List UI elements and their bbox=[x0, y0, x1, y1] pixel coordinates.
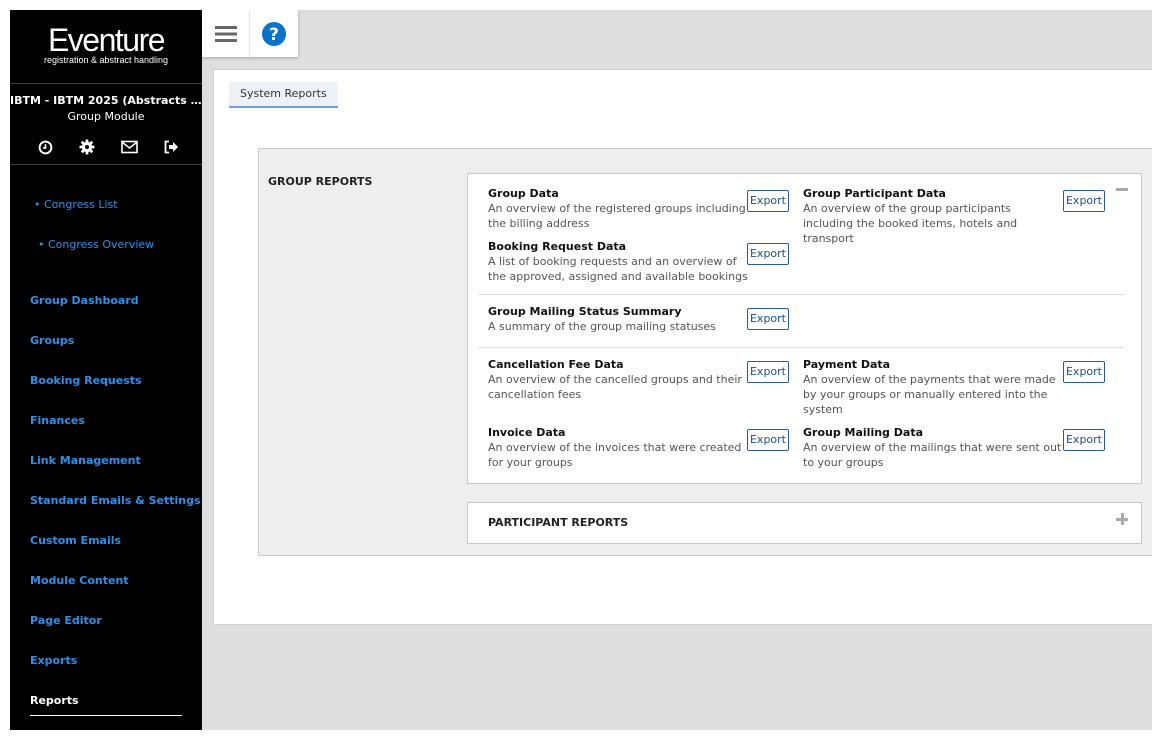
help-icon: ? bbox=[261, 21, 286, 46]
report-description: An overview of the payments that were ma… bbox=[803, 373, 1056, 416]
report-description: An overview of the invoices that were cr… bbox=[488, 441, 742, 469]
module-name: Group Module bbox=[67, 110, 145, 123]
sidebar-item-groups[interactable]: Groups bbox=[30, 334, 74, 347]
report-group-data: Group Data An overview of the registered… bbox=[488, 187, 748, 231]
report-title: Group Participant Data bbox=[803, 187, 946, 200]
sidebar-item-page-editor[interactable]: Page Editor bbox=[30, 614, 102, 627]
export-button[interactable]: Export bbox=[1063, 429, 1105, 451]
sidebar-item-exports[interactable]: Exports bbox=[30, 654, 77, 667]
sidebar-icon-row bbox=[28, 138, 188, 156]
help-button[interactable]: ? bbox=[249, 10, 297, 57]
sidebar-divider bbox=[10, 83, 202, 84]
brand-logo[interactable]: Eventure registration & abstract handlin… bbox=[10, 24, 202, 65]
export-button[interactable]: Export bbox=[747, 190, 789, 212]
tab-system-reports[interactable]: System Reports bbox=[229, 82, 338, 108]
sidebar-item-booking-requests[interactable]: Booking Requests bbox=[30, 374, 142, 387]
congress-title: IBTM - IBTM 2025 (Abstracts & Par... bbox=[10, 94, 202, 107]
sidebar-item-group-dashboard[interactable]: Group Dashboard bbox=[30, 294, 139, 307]
report-group-participant-data: Group Participant Data An overview of th… bbox=[803, 187, 1063, 246]
report-payment-data: Payment Data An overview of the payments… bbox=[803, 358, 1063, 417]
participant-reports-panel[interactable]: PARTICIPANT REPORTS bbox=[467, 502, 1142, 544]
report-cancellation-fee-data: Cancellation Fee Data An overview of the… bbox=[488, 358, 748, 402]
sidebar-item-congress-overview[interactable]: • Congress Overview bbox=[38, 238, 154, 251]
report-group-mailing-data: Group Mailing Data An overview of the ma… bbox=[803, 426, 1063, 470]
report-title: Group Mailing Data bbox=[803, 426, 923, 439]
report-invoice-data: Invoice Data An overview of the invoices… bbox=[488, 426, 748, 470]
report-title: Group Data bbox=[488, 187, 559, 200]
sidebar-item-standard-emails[interactable]: Standard Emails & Settings bbox=[30, 494, 201, 507]
svg-text:?: ? bbox=[269, 25, 279, 45]
report-title: Invoice Data bbox=[488, 426, 566, 439]
sidebar-item-link-management[interactable]: Link Management bbox=[30, 454, 141, 467]
brand-name: Eventure bbox=[47, 22, 166, 58]
main-panel: System Reports GROUP REPORTS Group Data … bbox=[213, 69, 1152, 625]
report-description: An overview of the mailings that were se… bbox=[803, 441, 1062, 469]
clock-icon[interactable] bbox=[36, 138, 54, 156]
report-booking-request-data: Booking Request Data A list of booking r… bbox=[488, 240, 748, 284]
app-window: Eventure registration & abstract handlin… bbox=[10, 10, 1152, 730]
export-button[interactable]: Export bbox=[747, 243, 789, 265]
sidebar: Eventure registration & abstract handlin… bbox=[10, 10, 202, 730]
report-description: An overview of the cancelled groups and … bbox=[488, 373, 742, 401]
report-title: Cancellation Fee Data bbox=[488, 358, 624, 371]
sidebar-item-custom-emails[interactable]: Custom Emails bbox=[30, 534, 121, 547]
export-button[interactable]: Export bbox=[1063, 190, 1105, 212]
sidebar-divider bbox=[10, 164, 202, 165]
active-indicator bbox=[30, 715, 182, 716]
reports-container: GROUP REPORTS Group Data An overview of … bbox=[258, 148, 1152, 556]
report-description: A summary of the group mailing statuses bbox=[488, 320, 716, 333]
export-button[interactable]: Export bbox=[747, 361, 789, 383]
collapse-icon[interactable] bbox=[1116, 188, 1128, 191]
expand-icon[interactable] bbox=[1116, 513, 1128, 525]
report-description: An overview of the registered groups inc… bbox=[488, 202, 746, 230]
participant-reports-heading: PARTICIPANT REPORTS bbox=[488, 516, 629, 529]
mail-icon[interactable] bbox=[120, 138, 138, 156]
report-description: An overview of the group participants in… bbox=[803, 202, 1018, 245]
menu-toggle-button[interactable] bbox=[202, 10, 249, 57]
group-reports-panel: Group Data An overview of the registered… bbox=[467, 173, 1142, 484]
sidebar-item-reports[interactable]: Reports bbox=[30, 694, 79, 707]
report-title: Payment Data bbox=[803, 358, 891, 371]
congress-info: IBTM - IBTM 2025 (Abstracts & Par... Gro… bbox=[10, 93, 202, 125]
sidebar-item-module-content[interactable]: Module Content bbox=[30, 574, 129, 587]
report-title: Booking Request Data bbox=[488, 240, 627, 253]
export-button[interactable]: Export bbox=[1063, 361, 1105, 383]
sidebar-item-finances[interactable]: Finances bbox=[30, 414, 85, 427]
report-title: Group Mailing Status Summary bbox=[488, 305, 682, 318]
report-group-mailing-status: Group Mailing Status Summary A summary o… bbox=[488, 305, 748, 334]
export-button[interactable]: Export bbox=[747, 429, 789, 451]
group-reports-heading: GROUP REPORTS bbox=[268, 175, 373, 188]
hamburger-menu-icon bbox=[214, 25, 237, 42]
divider bbox=[478, 294, 1124, 295]
report-description: A list of booking requests and an overvi… bbox=[488, 255, 748, 283]
export-button[interactable]: Export bbox=[747, 308, 789, 330]
brand-tagline: registration & abstract handling bbox=[43, 55, 169, 65]
sidebar-item-congress-list[interactable]: • Congress List bbox=[34, 198, 118, 211]
divider bbox=[478, 347, 1124, 348]
logout-icon[interactable] bbox=[162, 138, 180, 156]
top-toolbar: ? bbox=[202, 10, 298, 57]
gear-icon[interactable] bbox=[78, 138, 96, 156]
